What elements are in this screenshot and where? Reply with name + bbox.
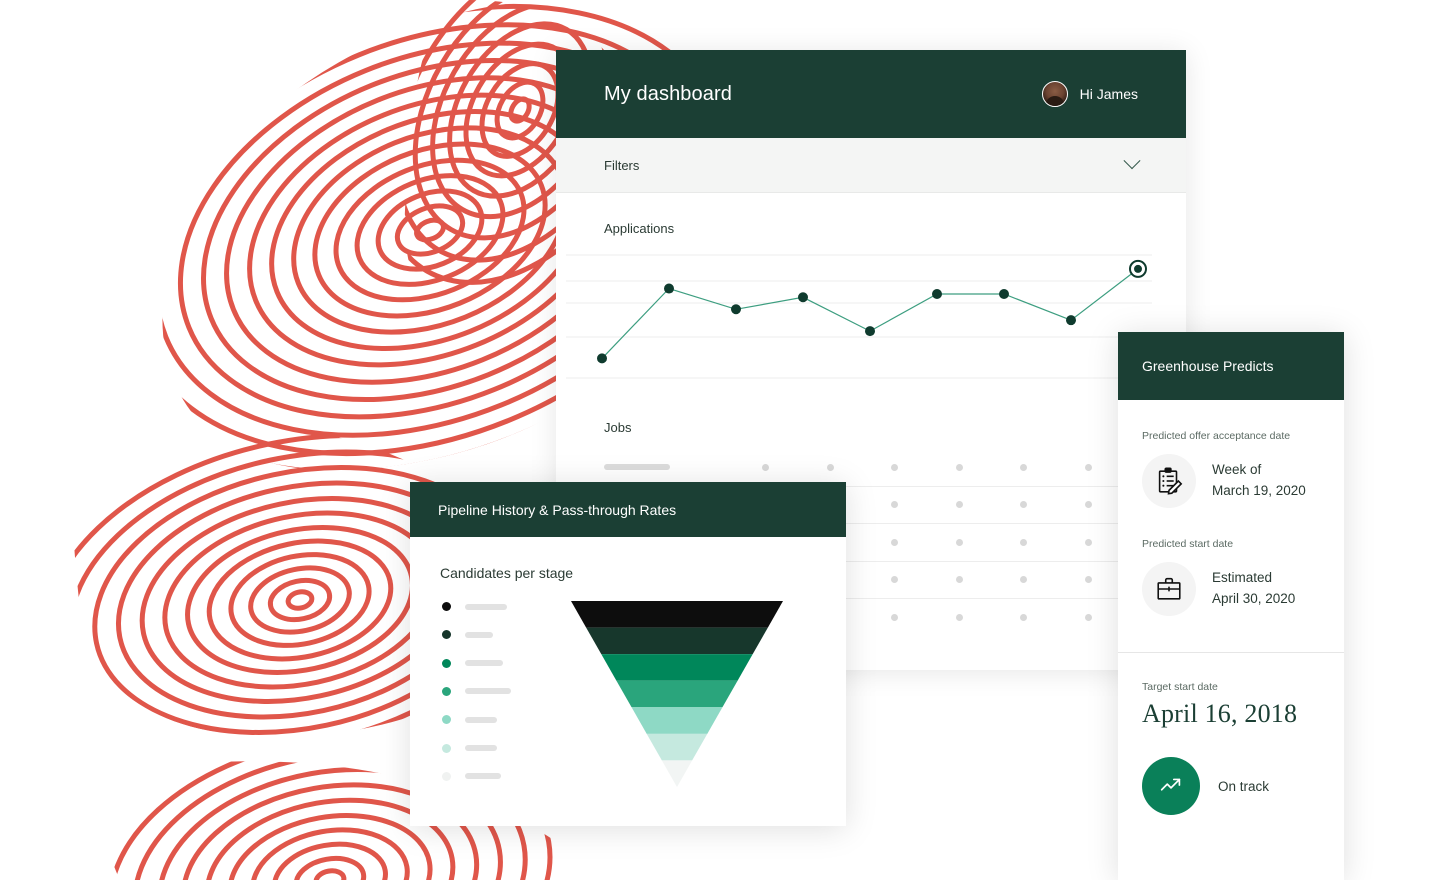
dashboard-header: My dashboard Hi James: [556, 50, 1186, 138]
jobs-section-label: Jobs: [604, 420, 632, 435]
trending-up-icon: [1142, 757, 1200, 815]
job-name-placeholder: [604, 464, 670, 471]
table-cell-dot: [1020, 463, 1027, 471]
table-cell-dot: [1020, 538, 1027, 546]
funnel-segment[interactable]: [616, 680, 738, 708]
predicted-start-date-row: Estimated April 30, 2020: [1142, 562, 1320, 616]
table-cell-dot: [891, 576, 898, 584]
funnel-segment[interactable]: [571, 601, 783, 628]
predicted-start-line1: Estimated: [1212, 570, 1273, 586]
table-cell-dot: [1020, 576, 1027, 584]
table-cell-dot: [891, 501, 898, 509]
pipeline-card-title: Pipeline History & Pass-through Rates: [438, 501, 677, 518]
divider: [1118, 652, 1344, 653]
table-cell-dot: [891, 538, 898, 546]
predicts-card-title: Greenhouse Predicts: [1142, 358, 1274, 374]
filters-label: Filters: [604, 157, 640, 173]
table-cell-dot: [891, 614, 898, 622]
predicts-body: Predicted offer acceptance date Week of …: [1118, 430, 1344, 616]
chevron-down-icon[interactable]: [1123, 152, 1141, 170]
predicts-card-header: Greenhouse Predicts: [1118, 332, 1344, 400]
line-chart-svg: [566, 254, 1152, 379]
table-cell-dot: [1085, 538, 1092, 546]
page-title: My dashboard: [604, 82, 732, 105]
chart-line: [601, 268, 1139, 359]
greenhouse-predicts-card: Greenhouse Predicts Predicted offer acce…: [1118, 332, 1344, 880]
target-start-date-label: Target start date: [1142, 681, 1218, 693]
status-row: On track: [1142, 757, 1320, 815]
predicted-start-date-label: Predicted start date: [1142, 538, 1234, 550]
predicted-start-date-value: Estimated April 30, 2020: [1212, 568, 1295, 610]
offer-acceptance-line2: March 19, 2020: [1212, 483, 1306, 498]
table-row[interactable]: [556, 449, 1186, 487]
table-cell-dot: [956, 614, 963, 622]
applications-section-label: Applications: [604, 221, 675, 236]
table-cell-dot: [1085, 576, 1092, 584]
funnel-segment[interactable]: [661, 760, 693, 787]
pipeline-history-card: Pipeline History & Pass-through Rates Ca…: [410, 482, 846, 826]
table-cell-dot: [1085, 501, 1092, 509]
funnel-svg: [571, 601, 783, 787]
applications-line-chart: [556, 250, 1186, 400]
target-start-date-value: April 16, 2018: [1142, 699, 1298, 728]
clipboard-pen-icon: [1142, 454, 1196, 508]
offer-acceptance-value: Week of March 19, 2020: [1212, 460, 1306, 502]
funnel-segment[interactable]: [631, 707, 723, 734]
table-cell-dot: [827, 463, 834, 471]
briefcase-icon: [1142, 562, 1196, 616]
table-cell-dot: [1085, 463, 1092, 471]
table-cell-dot: [956, 463, 963, 471]
table-cell-dot: [891, 463, 898, 471]
target-section: Target start date April 16, 2018 On trac…: [1118, 681, 1344, 815]
offer-acceptance-line1: Week of: [1212, 462, 1262, 478]
avatar[interactable]: [1041, 81, 1068, 107]
offer-acceptance-row: Week of March 19, 2020: [1142, 454, 1320, 508]
chart-gridlines: [566, 254, 1152, 379]
table-cell-dot: [956, 538, 963, 546]
user-greeting[interactable]: Hi James: [1041, 81, 1138, 107]
table-cell-dot: [762, 463, 769, 471]
candidates-per-stage-label: Candidates per stage: [440, 565, 574, 581]
table-cell-dot: [1085, 614, 1092, 622]
user-greeting-label: Hi James: [1079, 86, 1138, 102]
funnel-segment[interactable]: [646, 733, 708, 761]
status-badge: On track: [1218, 778, 1270, 794]
predicted-start-line2: April 30, 2020: [1212, 591, 1296, 606]
offer-acceptance-label: Predicted offer acceptance date: [1142, 430, 1291, 442]
table-cell-dot: [956, 501, 963, 509]
filters-bar[interactable]: Filters: [556, 138, 1186, 193]
funnel-segment[interactable]: [586, 627, 768, 655]
table-cell-dot: [1020, 501, 1027, 509]
funnel-segment[interactable]: [601, 654, 753, 681]
table-cell-dot: [1020, 614, 1027, 622]
funnel-chart: [410, 597, 846, 807]
table-cell-dot: [956, 576, 963, 584]
chart-markers: [597, 259, 1147, 364]
pipeline-card-header: Pipeline History & Pass-through Rates: [410, 482, 846, 537]
